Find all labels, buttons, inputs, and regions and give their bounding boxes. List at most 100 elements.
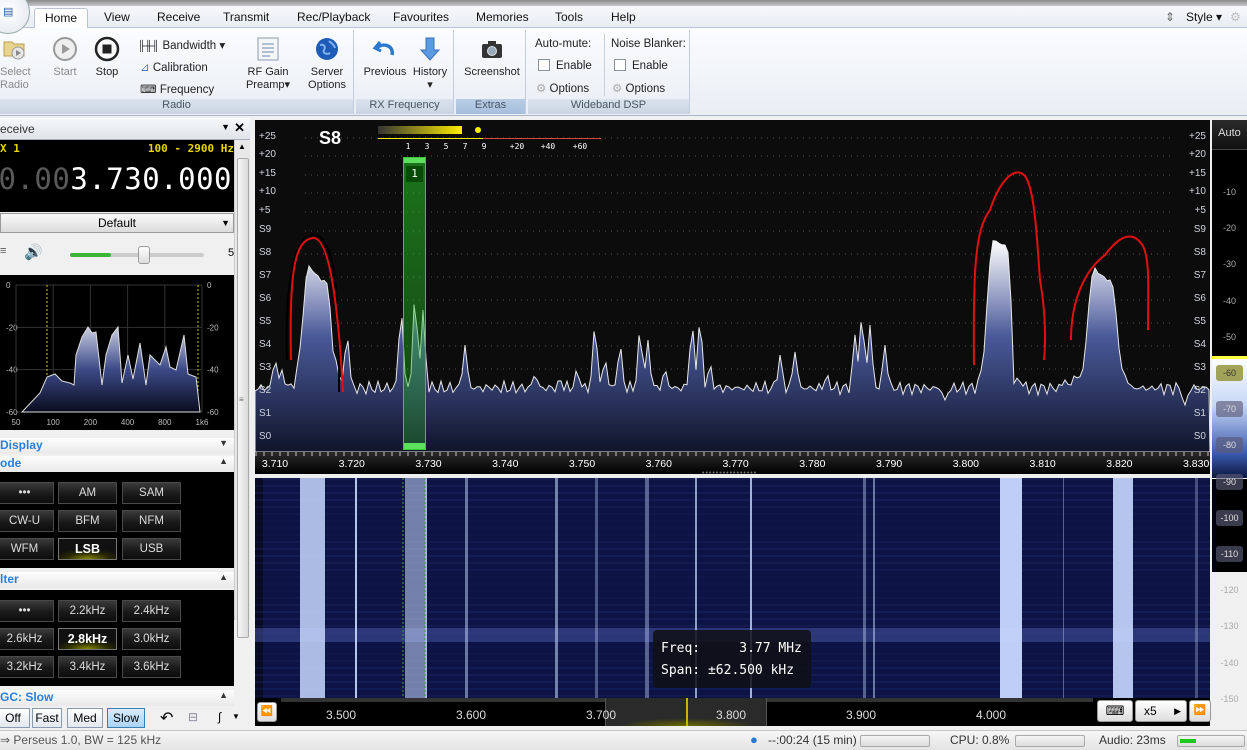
left-scale-label: +15 xyxy=(259,168,276,179)
equalizer-icon[interactable]: ≡ xyxy=(0,245,6,257)
volume-slider[interactable] xyxy=(70,246,204,264)
bandwidth-dropdown[interactable]: ╟╫╢ Bandwidth ▾ xyxy=(138,38,225,52)
scroll-left-button[interactable]: ⏪ xyxy=(257,702,277,722)
mode-button[interactable]: NFM xyxy=(122,510,181,532)
tab-help[interactable]: Help xyxy=(611,10,636,24)
agc-med-button[interactable]: Med xyxy=(67,708,103,728)
filter-button[interactable]: 3.4kHz xyxy=(58,656,117,678)
device-status: ⇒ Perseus 1.0, BW = 125 kHz xyxy=(0,733,162,747)
waterfall-row xyxy=(255,541,1210,543)
db-auto-label: Auto xyxy=(1218,127,1241,139)
noise-blanker-options-button[interactable]: ⚙ Options xyxy=(612,81,665,95)
filter-button[interactable]: ••• xyxy=(0,600,54,622)
volume-slider-thumb[interactable] xyxy=(137,246,150,264)
close-icon[interactable]: ✕ xyxy=(234,120,245,136)
settings-gear-icon[interactable]: ⚙ xyxy=(1230,10,1241,24)
globe-icon xyxy=(316,38,338,60)
right-scale-label: +25 xyxy=(1189,131,1206,142)
history-button[interactable]: History ▾ xyxy=(410,36,450,92)
filter-button[interactable]: 2.4kHz xyxy=(122,600,181,622)
frequency-tick: 3.830 xyxy=(1183,458,1210,470)
right-scale-label: +10 xyxy=(1189,186,1206,197)
waterfall-signal xyxy=(405,478,427,698)
keyboard-icon: ⌨ xyxy=(1105,703,1125,718)
waterfall-row xyxy=(255,576,1210,578)
rf-gain-preamp-button[interactable]: RF Gain Preamp▾ xyxy=(244,36,292,92)
tab-transmit[interactable]: Transmit xyxy=(223,10,269,24)
waterfall-signal xyxy=(645,478,649,698)
tab-home[interactable]: Home xyxy=(34,8,89,28)
filter-button[interactable]: 2.2kHz xyxy=(58,600,117,622)
left-scale-label: +10 xyxy=(259,186,276,197)
frequency-display[interactable]: X 1 100 - 2900 Hz 0.003.730.000 xyxy=(0,140,234,212)
select-radio-button[interactable]: Select Radio xyxy=(0,36,34,92)
receive-channel-marker[interactable]: 1 xyxy=(403,157,426,450)
scrollbar-thumb[interactable]: ≡ xyxy=(237,158,249,638)
chevron-down-icon[interactable]: ▼ xyxy=(232,712,240,721)
auto-mute-enable-checkbox[interactable]: Enable xyxy=(538,59,592,72)
right-scale-label: S9 xyxy=(1193,224,1206,235)
db-scale[interactable]: Auto -10 -20 -30 -40 -50 -60 -70 -80 -90 -100 -110… xyxy=(1212,120,1247,704)
frequency-leading-digits: 0.00 xyxy=(0,162,71,196)
panel-dropdown-icon[interactable]: ▼ xyxy=(221,122,230,132)
server-options-button[interactable]: Server Options xyxy=(304,36,350,92)
filter-button[interactable]: 3.6kHz xyxy=(122,656,181,678)
tab-favourites[interactable]: Favourites xyxy=(393,10,449,24)
zoom-dropdown[interactable]: x5 ▶ xyxy=(1135,700,1187,722)
right-scale-label: S4 xyxy=(1193,339,1206,350)
filter-section-header[interactable]: lter ▲ xyxy=(0,572,234,588)
filter-button[interactable]: 2.8kHz xyxy=(58,628,117,650)
mode-button[interactable]: LSB xyxy=(58,538,117,560)
tab-receive[interactable]: Receive xyxy=(157,10,200,24)
agc-off-button[interactable]: Off xyxy=(0,708,30,728)
previous-button[interactable]: Previous xyxy=(362,36,408,79)
calibration-button[interactable]: ⊿ Calibration xyxy=(140,60,208,74)
waterfall-row xyxy=(255,485,1210,487)
display-icon[interactable]: ⊟ xyxy=(188,710,198,724)
right-scale-label: S2 xyxy=(1193,385,1206,396)
filter-button[interactable]: 3.2kHz xyxy=(0,656,54,678)
agc-fast-button[interactable]: Fast xyxy=(32,708,62,728)
agc-slow-button[interactable]: Slow xyxy=(107,708,145,728)
waterfall-row xyxy=(255,513,1210,515)
frequency-tick: 3.770 xyxy=(722,458,749,470)
mode-button[interactable]: BFM xyxy=(58,510,117,532)
noise-blanker-enable-checkbox[interactable]: Enable xyxy=(614,59,668,72)
mode-section-header[interactable]: ode ▲ xyxy=(0,456,234,472)
mode-button[interactable]: USB xyxy=(122,538,181,560)
mode-button[interactable]: CW-U xyxy=(0,510,54,532)
agc-section-header[interactable]: GC: Slow ▲ xyxy=(0,690,234,706)
tab-tools[interactable]: Tools xyxy=(555,10,583,24)
preset-dropdown[interactable]: Default ▼ xyxy=(0,213,234,233)
auto-mute-options-button[interactable]: ⚙ Options xyxy=(536,81,589,95)
undo-icon[interactable]: ↶ xyxy=(160,708,173,728)
scroll-updown-icon[interactable]: ⇕ xyxy=(1165,10,1175,24)
filter-button[interactable]: 3.0kHz xyxy=(122,628,181,650)
band-overview-axis[interactable]: ⏪ 3.500 3.600 3.700 3.800 3.900 4.000 ⌨ x5 ▶ ⏩ xyxy=(255,698,1211,726)
screenshot-button[interactable]: Screenshot xyxy=(462,36,522,79)
filter-button[interactable]: 2.6kHz xyxy=(0,628,54,650)
spectrum-display[interactable]: S8 1 3 5 7 9 +20 +40 +60 +25 +20 +15 +10 +5 S9 S8 S7 S6… xyxy=(254,120,1211,453)
mode-button[interactable]: ••• xyxy=(0,482,54,504)
mode-button[interactable]: AM xyxy=(58,482,117,504)
stop-button[interactable]: Stop xyxy=(92,36,122,79)
curve-icon[interactable]: ∫ xyxy=(218,710,221,724)
panel-scrollbar[interactable]: ▲ ≡ xyxy=(234,140,250,638)
keyboard-button[interactable]: ⌨ xyxy=(1097,700,1133,722)
style-dropdown[interactable]: Style ▾ xyxy=(1186,10,1222,24)
tab-memories[interactable]: Memories xyxy=(476,10,529,24)
display-section-header[interactable]: Display ▼ xyxy=(0,438,234,454)
start-button[interactable]: Start xyxy=(50,36,80,79)
speaker-icon[interactable]: 🔊 xyxy=(24,243,43,261)
mode-button[interactable]: WFM xyxy=(0,538,54,560)
db-range-top-handle[interactable] xyxy=(1212,356,1247,359)
frequency-button[interactable]: ⌨ Frequency xyxy=(140,82,214,96)
tooltip-freq: Freq: 3.77 MHz xyxy=(661,641,802,656)
tab-rec-playback[interactable]: Rec/Playback xyxy=(297,10,370,24)
tab-view[interactable]: View xyxy=(104,10,130,24)
scroll-up-arrow[interactable]: ▲ xyxy=(238,142,246,151)
scroll-right-button[interactable]: ⏩ xyxy=(1189,700,1211,722)
db-tick: -100 xyxy=(1216,509,1243,526)
mode-button[interactable]: SAM xyxy=(122,482,181,504)
db-scale-auto-button[interactable]: Auto xyxy=(1212,120,1247,150)
